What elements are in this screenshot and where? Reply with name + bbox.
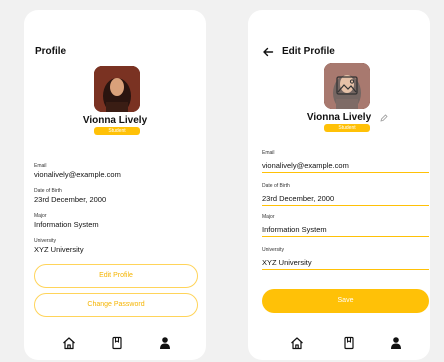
major-field[interactable]: Information System [262, 223, 429, 237]
profile-screen: Profile Vionna Lively Student Email vion… [24, 10, 206, 360]
page-title: Edit Profile [282, 46, 335, 57]
major-label: Major [34, 213, 47, 219]
dob-value: 23rd December, 2000 [34, 195, 107, 204]
page-title: Profile [35, 46, 67, 57]
arrow-left-icon[interactable] [262, 46, 274, 58]
dob-value: 23rd December, 2000 [262, 194, 335, 203]
major-value: Information System [262, 225, 327, 234]
university-field[interactable]: XYZ University [262, 256, 429, 270]
bookmark-icon[interactable] [342, 336, 356, 350]
image-icon [336, 76, 358, 95]
email-value: vionalively@example.com [34, 170, 121, 179]
user-name: Vionna Lively [82, 115, 148, 126]
edit-profile-screen: Edit Profile Vionna Lively Student Email… [248, 10, 430, 360]
user-name: Vionna Lively [306, 112, 372, 123]
avatar-upload[interactable] [324, 63, 370, 109]
university-label: University [262, 247, 284, 253]
avatar [94, 66, 140, 112]
email-field[interactable]: vionalively@example.com [262, 159, 429, 173]
user-icon[interactable] [158, 336, 172, 350]
email-label: Email [34, 163, 47, 169]
avatar-photo [94, 66, 140, 112]
change-password-button[interactable]: Change Password [34, 293, 198, 317]
user-icon[interactable] [389, 336, 403, 350]
dob-label: Date of Birth [34, 188, 62, 194]
status-badge: Student [324, 124, 370, 132]
pencil-icon[interactable] [380, 114, 388, 122]
home-icon[interactable] [62, 336, 76, 350]
university-label: University [34, 238, 56, 244]
university-value: XYZ University [262, 258, 312, 267]
university-value: XYZ University [34, 245, 84, 254]
email-value: vionalively@example.com [262, 161, 349, 170]
email-label: Email [262, 150, 275, 156]
major-label: Major [262, 214, 275, 220]
major-value: Information System [34, 220, 99, 229]
edit-profile-button[interactable]: Edit Profile [34, 264, 198, 288]
home-icon[interactable] [290, 336, 304, 350]
dob-field[interactable]: 23rd December, 2000 [262, 192, 429, 206]
bookmark-icon[interactable] [110, 336, 124, 350]
status-badge: Student [94, 127, 140, 135]
dob-label: Date of Birth [262, 183, 290, 189]
save-button[interactable]: Save [262, 289, 429, 313]
